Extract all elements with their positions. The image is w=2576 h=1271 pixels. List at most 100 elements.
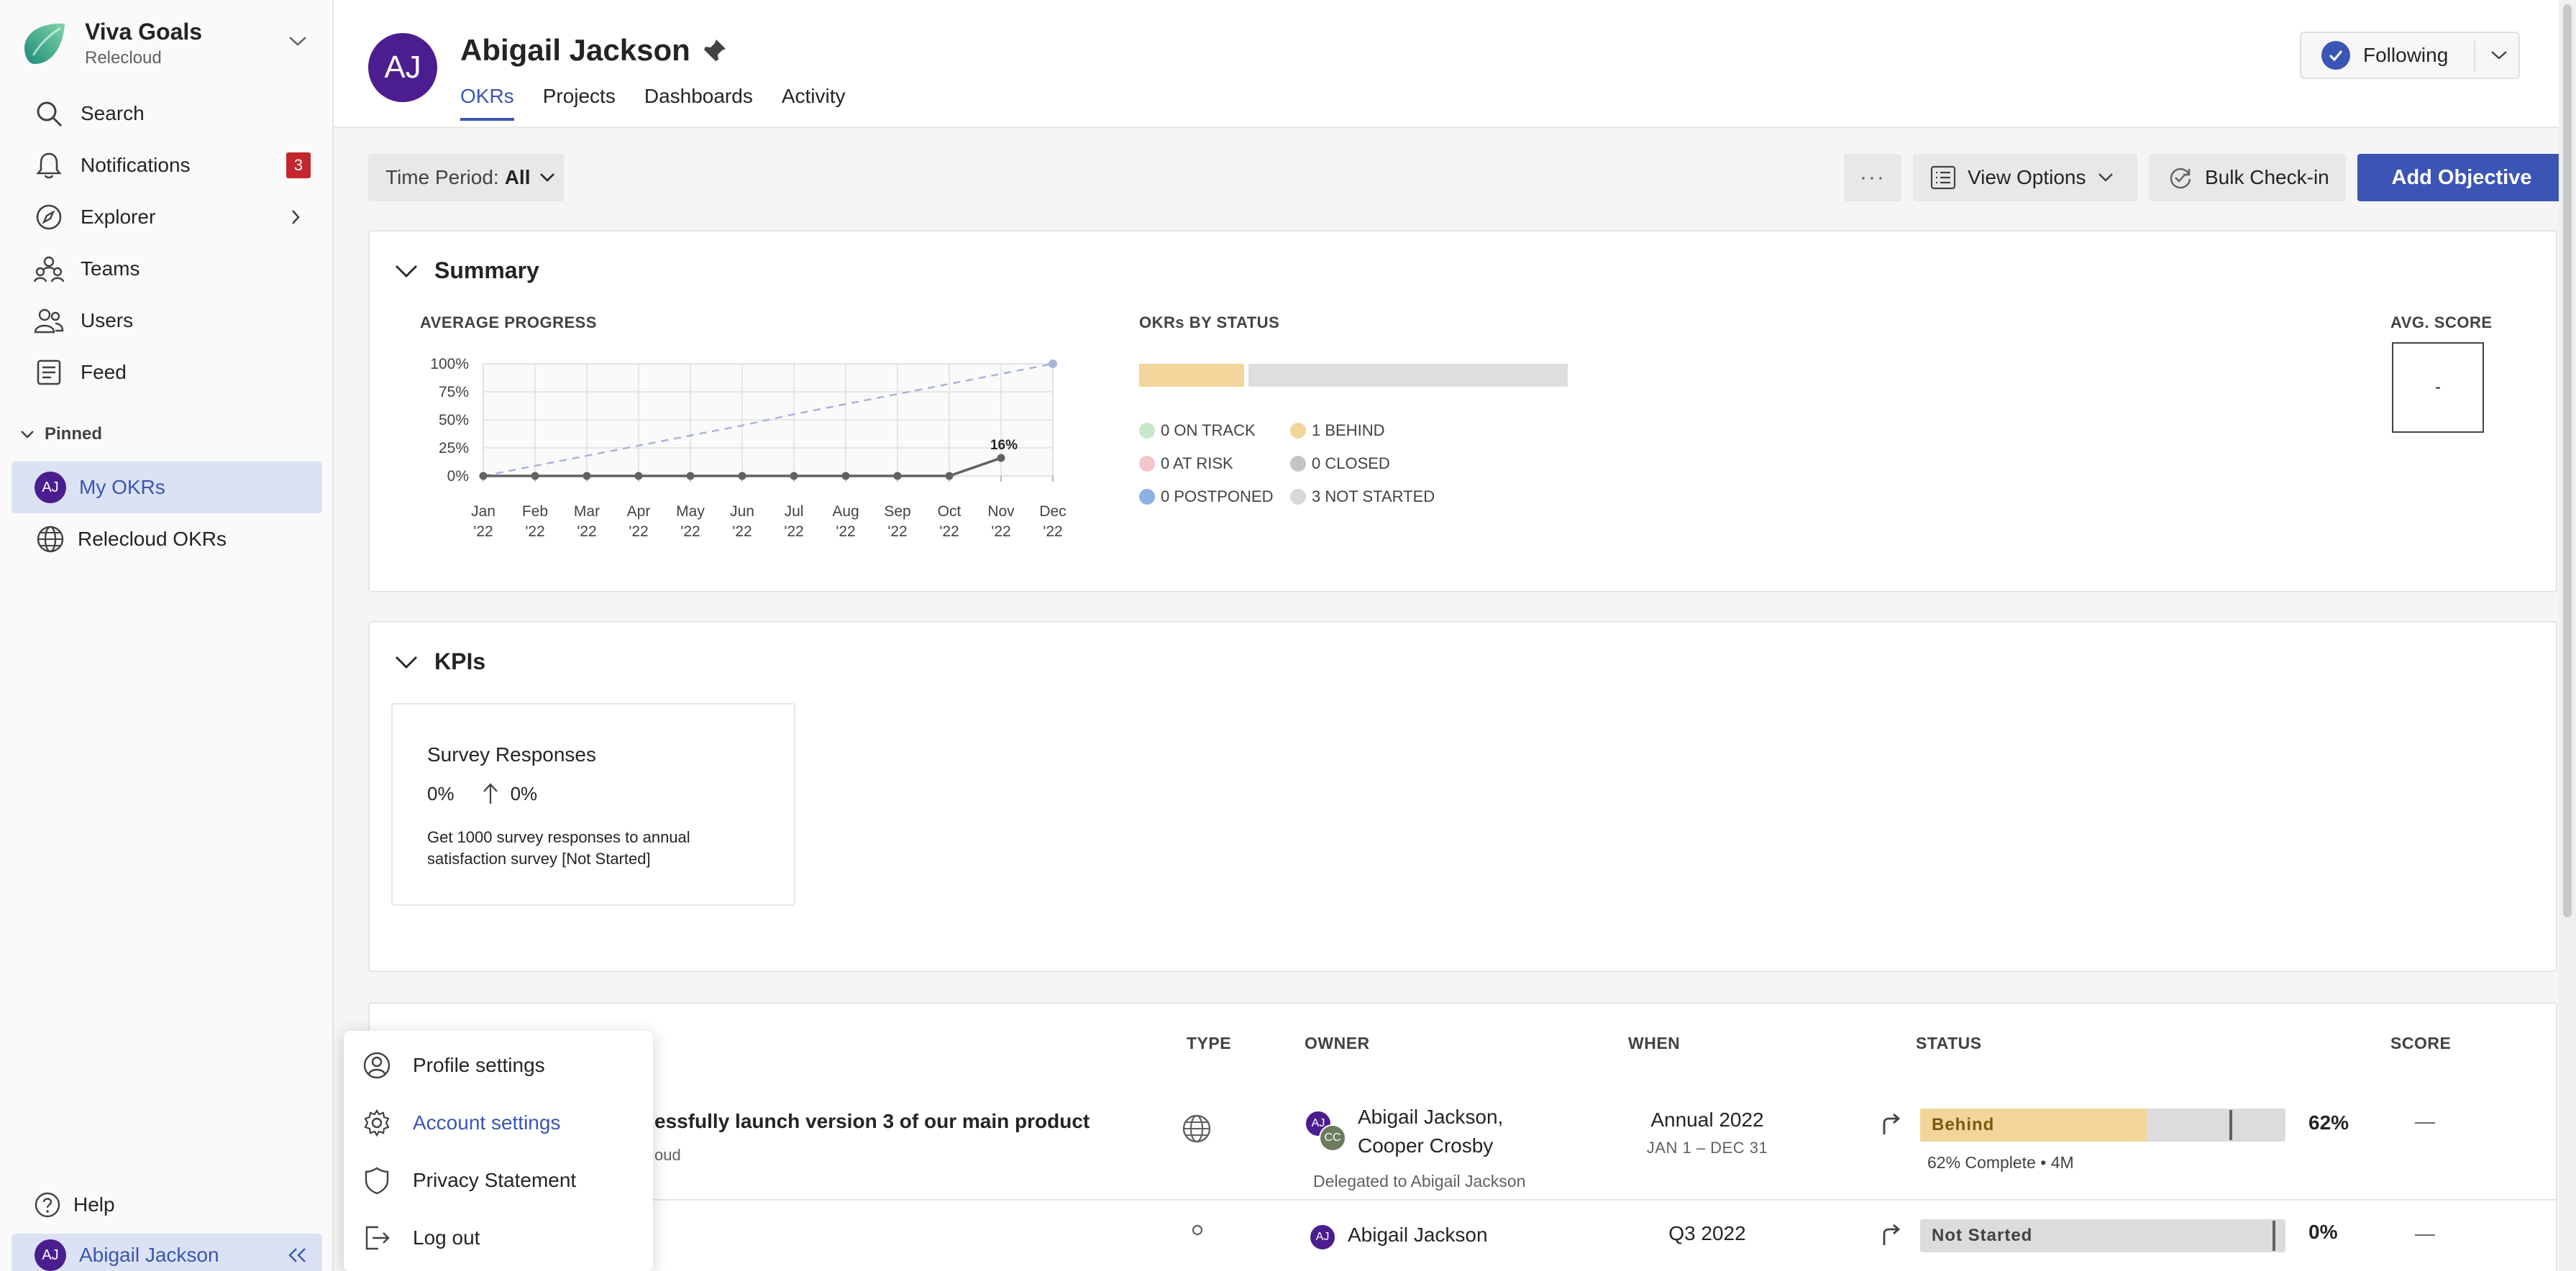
legend-dot (1290, 456, 1306, 472)
x-tick-label: May (676, 503, 705, 520)
x-tick-label: Nov (987, 503, 1015, 520)
privacy-statement-item[interactable]: Privacy Statement (361, 1165, 576, 1196)
viva-goals-logo (20, 19, 69, 68)
table-row[interactable]: AJ Abigail Jackson Q3 2022 Not Started 0… (370, 1203, 2556, 1271)
okrs-status-bar (1139, 364, 1568, 387)
time-period-dropdown[interactable]: Time Period: All (368, 154, 564, 201)
org-name: Relecloud (85, 48, 162, 68)
list-icon (1930, 165, 1956, 190)
page-title: Abigail Jackson (460, 33, 728, 68)
help-label: Help (73, 1193, 115, 1216)
sidebar-item-relecloud-okrs[interactable]: Relecloud OKRs (12, 513, 322, 565)
chevron-down-icon (396, 656, 417, 669)
x-tick-label: '22 (629, 523, 648, 540)
legend-closed: 0 CLOSED (1290, 454, 1390, 473)
actual-progress-point (945, 472, 954, 480)
x-tick-label: '22 (732, 523, 752, 540)
pinned-section-header[interactable]: Pinned (20, 424, 102, 444)
add-objective-button[interactable]: Add Objective (2357, 154, 2566, 201)
sidebar-item-search[interactable]: Search (12, 88, 322, 139)
users-icon (33, 305, 65, 336)
x-tick-label: Dec (1039, 503, 1066, 520)
collapse-sidebar-icon[interactable] (286, 1247, 309, 1264)
sidebar-item-feed[interactable]: Feed (12, 347, 322, 398)
check-in-arrow-icon[interactable] (1880, 1224, 1901, 1247)
actual-progress-point (634, 472, 643, 480)
profile-settings-item[interactable]: Profile settings (361, 1050, 545, 1081)
profile-avatar: AJ (368, 33, 437, 102)
scrollbar-thumb[interactable] (2563, 4, 2572, 917)
progress-percent: 62% (2308, 1111, 2349, 1134)
pin-icon[interactable] (702, 37, 728, 63)
table-row[interactable]: essfully launch version 3 of our main pr… (370, 1078, 2556, 1201)
view-options-button[interactable]: View Options (1913, 154, 2137, 201)
actual-progress-point (738, 472, 746, 480)
when-dates: JAN 1 – DEC 31 (1646, 1139, 1768, 1157)
chevron-down-icon[interactable] (288, 35, 308, 47)
actual-progress-point (893, 472, 902, 480)
legend-at-risk: 0 AT RISK (1139, 454, 1233, 473)
check-icon (2321, 41, 2350, 70)
kpis-header[interactable]: KPIs (394, 648, 485, 675)
chevron-down-icon[interactable] (2490, 49, 2508, 62)
x-tick-label: Apr (627, 503, 651, 520)
y-tick-label: 0% (447, 468, 469, 485)
kpi-change: 0% (510, 782, 538, 804)
x-tick-label: '22 (680, 523, 700, 540)
following-button[interactable]: Following (2300, 32, 2520, 79)
more-options-button[interactable]: ··· (1844, 154, 1901, 201)
log-out-item[interactable]: Log out (361, 1222, 480, 1254)
sidebar-item-notifications[interactable]: Notifications 3 (12, 139, 322, 191)
x-tick-label: Jun (730, 503, 754, 520)
kpi-description: Get 1000 survey responses to annual sati… (427, 828, 690, 868)
arrow-up-icon (483, 783, 498, 804)
tab-activity[interactable]: Activity (782, 85, 846, 121)
when-period: Annual 2022 (1650, 1109, 1764, 1131)
chevron-down-icon (21, 431, 34, 439)
owner-names: Abigail Jackson (1348, 1224, 1488, 1246)
tab-projects[interactable]: Projects (543, 85, 616, 121)
kpi-card[interactable]: Survey Responses 0% 0% Get 1000 survey r… (391, 703, 795, 906)
profile-icon (361, 1050, 393, 1081)
x-tick-label: '22 (473, 523, 493, 540)
status-bar-not-started (1248, 364, 1568, 387)
help-link[interactable]: Help (33, 1190, 115, 1219)
legend-behind: 1 BEHIND (1290, 421, 1384, 440)
actual-progress-point (531, 472, 539, 480)
chevron-right-icon (291, 208, 301, 226)
tab-dashboards[interactable]: Dashboards (644, 85, 753, 121)
bulk-check-in-button[interactable]: Bulk Check-in (2149, 154, 2346, 201)
summary-header[interactable]: Summary (394, 257, 539, 284)
sidebar-item-teams[interactable]: Teams (12, 243, 322, 295)
sidebar-item-label: Users (81, 309, 134, 331)
kpis-title: KPIs (434, 648, 486, 674)
progress-note: 62% Complete • 4M (1927, 1153, 2074, 1172)
tab-okrs[interactable]: OKRs (460, 85, 514, 121)
current-user-button[interactable]: AJ Abigail Jackson (12, 1234, 322, 1271)
account-menu: Profile settings Account settings Privac… (344, 1031, 653, 1271)
objective-title[interactable]: essfully launch version 3 of our main pr… (654, 1110, 1090, 1133)
page-scrollbar[interactable] (2559, 0, 2576, 1271)
sidebar-item-explorer[interactable]: Explorer (12, 191, 322, 243)
sidebar-item-label: Explorer (81, 206, 156, 228)
check-in-arrow-icon[interactable] (1880, 1113, 1901, 1136)
x-tick-label: Sep (884, 503, 910, 520)
legend-dot (1139, 456, 1155, 472)
legend-dot (1139, 489, 1155, 505)
x-tick-label: '22 (836, 523, 855, 540)
x-tick-label: Feb (522, 503, 548, 520)
bulk-check-in-label: Bulk Check-in (2205, 166, 2329, 188)
column-header-status: STATUS (1916, 1034, 1982, 1052)
sidebar-item-users[interactable]: Users (12, 295, 322, 347)
menu-item-label: Profile settings (413, 1054, 545, 1076)
summary-card: Summary AVERAGE PROGRESS OKRs BY STATUS … (368, 230, 2557, 592)
account-settings-item[interactable]: Account settings (361, 1107, 560, 1139)
check-in-icon (2170, 168, 2191, 189)
x-tick-label: Aug (832, 503, 859, 520)
score-value: — (2415, 1110, 2435, 1132)
actual-progress-point (686, 472, 695, 480)
person-icon (1189, 1224, 1205, 1245)
expected-progress-point (1049, 359, 1057, 368)
brand[interactable]: Viva Goals Relecloud (20, 19, 202, 68)
sidebar-item-my-okrs[interactable]: AJ My OKRs (12, 462, 322, 513)
